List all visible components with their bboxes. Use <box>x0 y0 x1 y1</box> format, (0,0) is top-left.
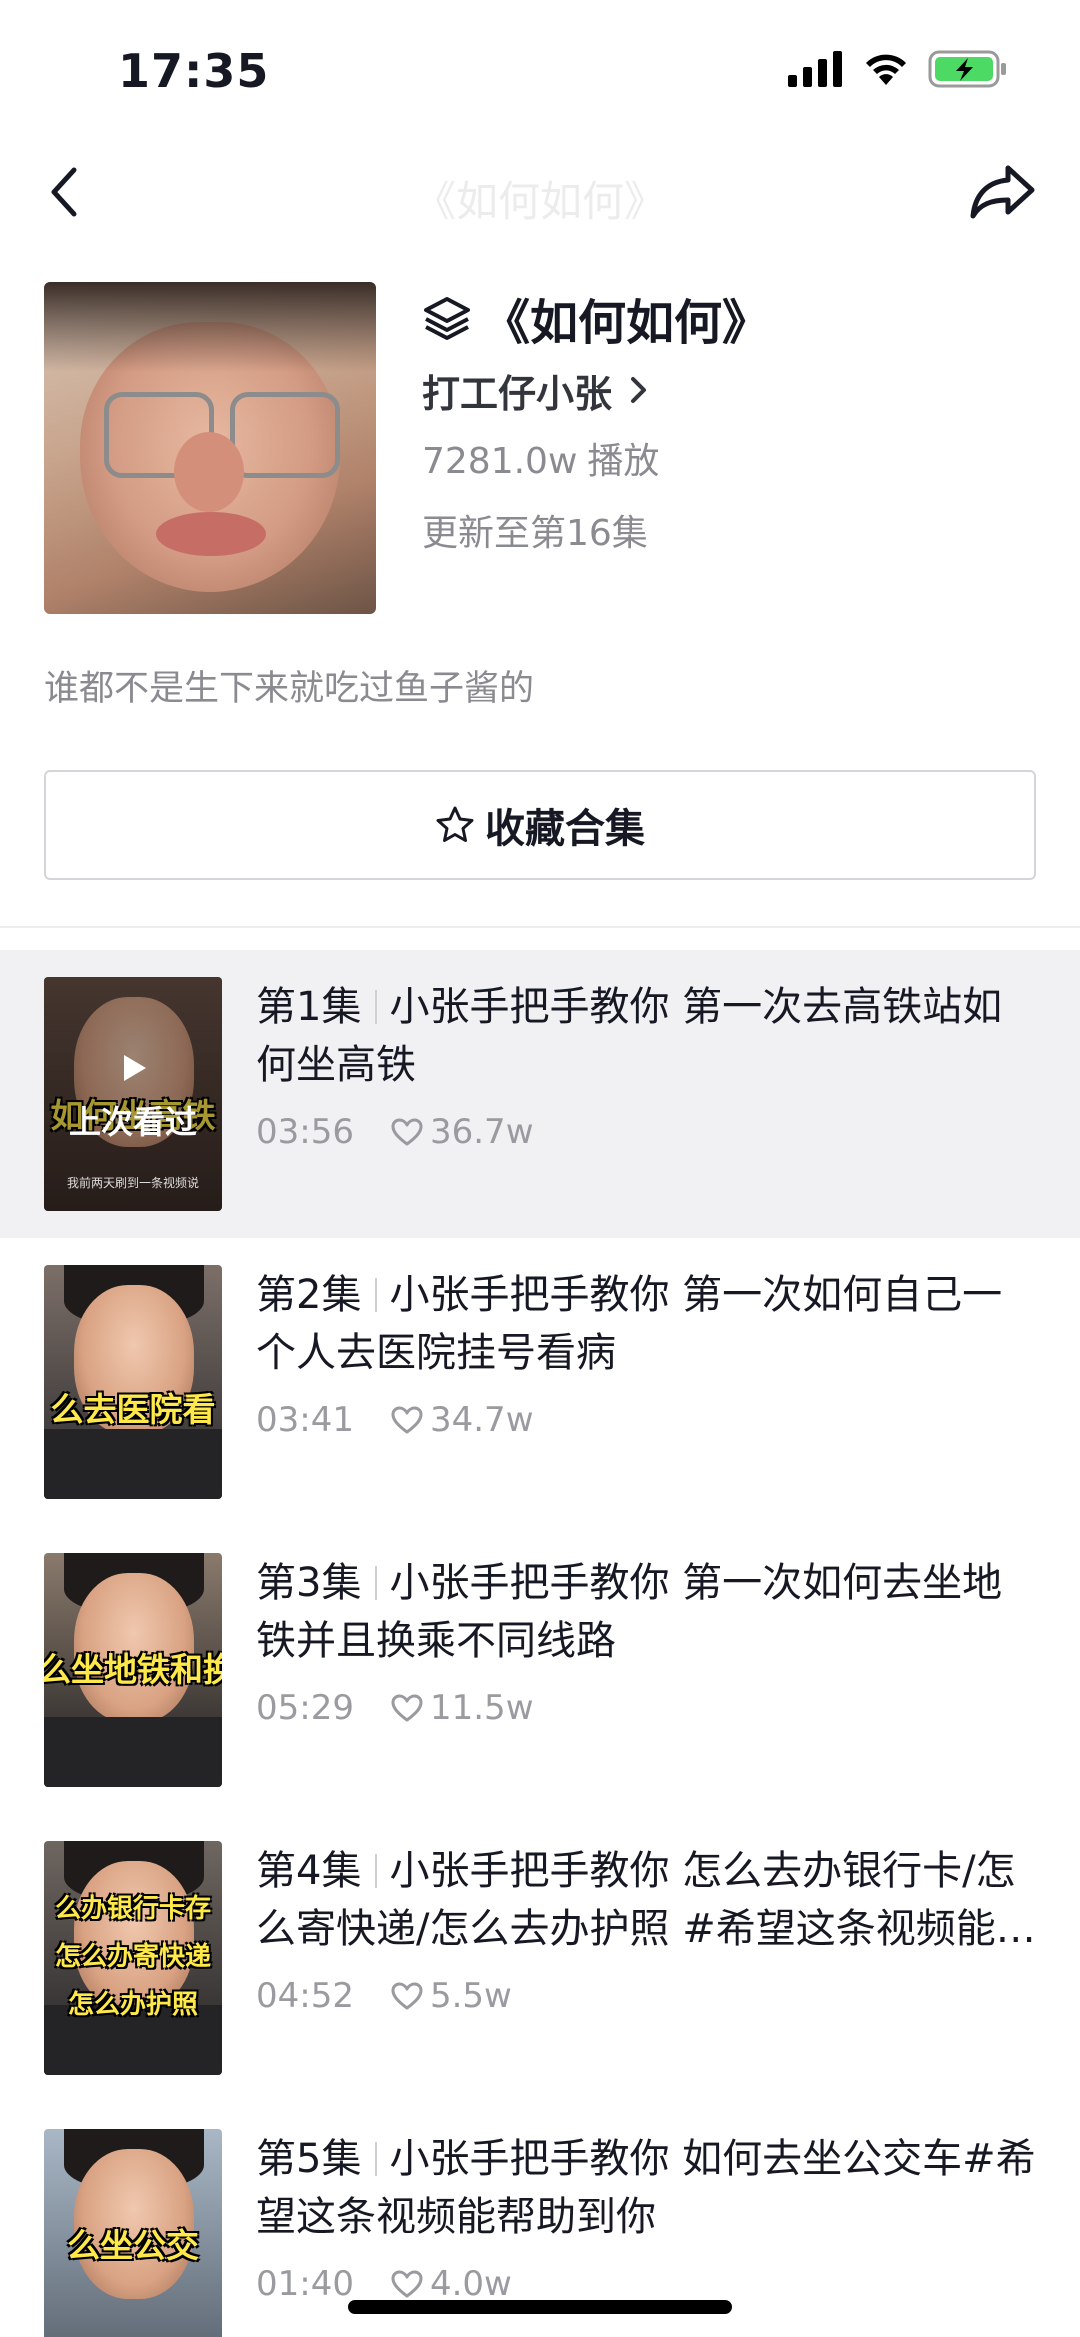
episode-item-3[interactable]: 么坐地铁和换 第3集 小张手把手教你 第一次如何去坐地铁并且换乘不同线路 05:2… <box>0 1526 1080 1814</box>
episode-meta: 04:52 5.5w <box>256 1976 1036 2016</box>
episode-thumbnail[interactable]: 么坐公交 <box>44 2129 222 2337</box>
thumbnail-subtext: 我前两天刷到一条视频说 <box>66 1176 199 1190</box>
author-name[interactable]: 打工仔小张 <box>422 363 612 418</box>
share-icon[interactable] <box>968 162 1038 222</box>
nav-title: 《如何如何》 <box>413 177 666 226</box>
episode-duration: 01:40 <box>256 2264 354 2304</box>
episode-list: 如何坐高铁 上次看过 我前两天刷到一条视频说 第1集 小张手把手教你 第一次去高铁… <box>0 950 1080 2337</box>
battery-charging-icon <box>928 50 1006 88</box>
episode-text: 第3集 小张手把手教你 第一次如何去坐地铁并且换乘不同线路 05:29 11.5w <box>256 1554 1036 1728</box>
status-time: 17:35 <box>118 44 270 98</box>
episode-thumbnail[interactable]: 么办银行卡存 怎么办寄快递 怎么办护照 <box>44 1841 222 2075</box>
play-icon <box>124 1055 146 1081</box>
title-separator <box>375 1278 378 1312</box>
chevron-right-icon <box>631 377 647 403</box>
episode-number: 第3集 <box>256 1560 362 1606</box>
episode-meta: 03:56 36.7w <box>256 1112 1036 1152</box>
cover-glasses-right <box>230 392 340 478</box>
thumbnail-caption: 么坐地铁和换 <box>44 1650 222 1689</box>
collection-header: 《如何如何》 打工仔小张 7281.0w 播放 更新至第16集 <box>44 282 1044 614</box>
thumbnail-caption: 么坐公交 <box>67 2226 199 2265</box>
collection-description: 谁都不是生下来就吃过鱼子酱的 <box>44 669 535 709</box>
heart-icon <box>391 2270 423 2298</box>
section-divider <box>0 926 1080 928</box>
episode-number: 第5集 <box>256 2136 362 2182</box>
episode-thumbnail[interactable]: 么坐地铁和换 <box>44 1553 222 1787</box>
play-count-label: 播放 <box>587 441 660 482</box>
update-status: 更新至第16集 <box>422 513 648 554</box>
heart-icon <box>391 1982 423 2010</box>
episode-title-text: 小张手把手教你 如何去坐公交车#希望这条视频能帮助到你 <box>256 2136 1036 2240</box>
collection-title: 《如何如何》 <box>482 295 771 351</box>
title-separator <box>375 2142 378 2176</box>
episode-likes: 5.5w <box>429 1976 512 2016</box>
last-watched-label: 上次看过 <box>68 1103 197 1141</box>
episode-meta: 03:41 34.7w <box>256 1400 1036 1440</box>
episode-number: 第1集 <box>256 984 362 1030</box>
episode-text: 第4集 小张手把手教你 怎么去办银行卡/怎么寄快递/怎么去办护照 #希望这条视频能… <box>256 1842 1036 2016</box>
heart-icon <box>391 1694 423 1722</box>
favorite-collection-button[interactable]: 收藏合集 <box>44 770 1036 880</box>
title-separator <box>375 1854 378 1888</box>
episode-likes: 11.5w <box>429 1688 534 1728</box>
episode-title: 第3集 小张手把手教你 第一次如何去坐地铁并且换乘不同线路 <box>256 1554 1036 1670</box>
star-icon <box>436 806 474 842</box>
episode-likes: 34.7w <box>429 1400 534 1440</box>
collection-info: 《如何如何》 打工仔小张 7281.0w 播放 更新至第16集 <box>422 282 1042 570</box>
episode-likes: 36.7w <box>429 1112 534 1152</box>
author-link[interactable]: 打工仔小张 <box>422 354 1042 426</box>
episode-item-2[interactable]: 么去医院看 第2集 小张手把手教你 第一次如何自己一个人去医院挂号看病 03:41… <box>0 1238 1080 1526</box>
wifi-icon <box>866 54 906 85</box>
favorite-collection-label: 收藏合集 <box>485 806 645 852</box>
episode-text: 第1集 小张手把手教你 第一次去高铁站如何坐高铁 03:56 36.7w <box>256 978 1036 1152</box>
episode-title-text: 小张手把手教你 第一次如何去坐地铁并且换乘不同线路 <box>256 1560 1003 1664</box>
play-count-value: 7281.0w <box>422 441 578 482</box>
episode-thumbnail[interactable]: 么去医院看 <box>44 1265 222 1499</box>
episode-meta: 01:40 4.0w <box>256 2264 1036 2304</box>
heart-icon <box>391 1118 423 1146</box>
episode-item-1[interactable]: 如何坐高铁 上次看过 我前两天刷到一条视频说 第1集 小张手把手教你 第一次去高铁… <box>0 950 1080 1238</box>
episode-title-text: 小张手把手教你 第一次如何自己一个人去医院挂号看病 <box>256 1272 1003 1376</box>
title-separator <box>375 1566 378 1600</box>
thumbnail-caption: 么办银行卡存 怎么办寄快递 怎么办护照 <box>44 1885 222 2029</box>
status-icons <box>788 50 1008 88</box>
episode-title: 第4集 小张手把手教你 怎么去办银行卡/怎么寄快递/怎么去办护照 #希望这条视频能… <box>256 1842 1036 1958</box>
cellular-signal-icon <box>788 51 842 87</box>
episode-text: 第5集 小张手把手教你 如何去坐公交车#希望这条视频能帮助到你 01:40 4.0… <box>256 2130 1036 2304</box>
episode-thumbnail[interactable]: 如何坐高铁 上次看过 我前两天刷到一条视频说 <box>44 977 222 1211</box>
thumbnail-caption-line: 怎么办护照 <box>67 1990 198 2020</box>
episode-likes: 4.0w <box>429 2264 512 2304</box>
episode-duration: 03:56 <box>256 1112 354 1152</box>
thumbnail-caption-line: 么办银行卡存 <box>54 1894 211 1924</box>
episode-item-4[interactable]: 么办银行卡存 怎么办寄快递 怎么办护照 第4集 小张手把手教你 怎么去办银行卡/怎… <box>0 1814 1080 2102</box>
collection-layers-icon <box>424 297 470 340</box>
episode-meta: 05:29 11.5w <box>256 1688 1036 1728</box>
nav-bar: 《如何如何》 <box>0 150 1080 234</box>
cover-nose <box>174 432 244 512</box>
episode-number: 第4集 <box>256 1848 362 1894</box>
play-count: 7281.0w 播放 <box>422 426 1042 498</box>
episode-duration: 04:52 <box>256 1976 354 2016</box>
thumbnail-body <box>44 1717 222 1787</box>
episode-title: 第2集 小张手把手教你 第一次如何自己一个人去医院挂号看病 <box>256 1266 1036 1382</box>
thumbnail-body <box>44 1429 222 1499</box>
episode-title-text: 小张手把手教你 怎么去办银行卡/怎么寄快递/怎么去办护照 #希望这条视频能帮助到… <box>256 1848 1036 1952</box>
episode-number: 第2集 <box>256 1272 362 1318</box>
episode-title: 第1集 小张手把手教你 第一次去高铁站如何坐高铁 <box>256 978 1036 1094</box>
heart-icon <box>391 1406 423 1434</box>
episode-duration: 03:41 <box>256 1400 354 1440</box>
cover-lips <box>156 512 266 556</box>
title-separator <box>375 990 378 1024</box>
status-bar: 17:35 <box>0 0 1080 140</box>
cover-hair <box>44 282 376 372</box>
thumbnail-caption: 么去医院看 <box>50 1390 216 1429</box>
collection-title-row: 《如何如何》 <box>422 282 1042 354</box>
episode-title-text: 小张手把手教你 第一次去高铁站如何坐高铁 <box>256 984 1003 1088</box>
episode-title: 第5集 小张手把手教你 如何去坐公交车#希望这条视频能帮助到你 <box>256 2130 1036 2246</box>
collection-cover[interactable] <box>44 282 376 614</box>
thumbnail-caption-line: 怎么办寄快递 <box>54 1942 211 1972</box>
episode-text: 第2集 小张手把手教你 第一次如何自己一个人去医院挂号看病 03:41 34.7w <box>256 1266 1036 1440</box>
home-indicator <box>348 2300 732 2314</box>
episode-duration: 05:29 <box>256 1688 354 1728</box>
